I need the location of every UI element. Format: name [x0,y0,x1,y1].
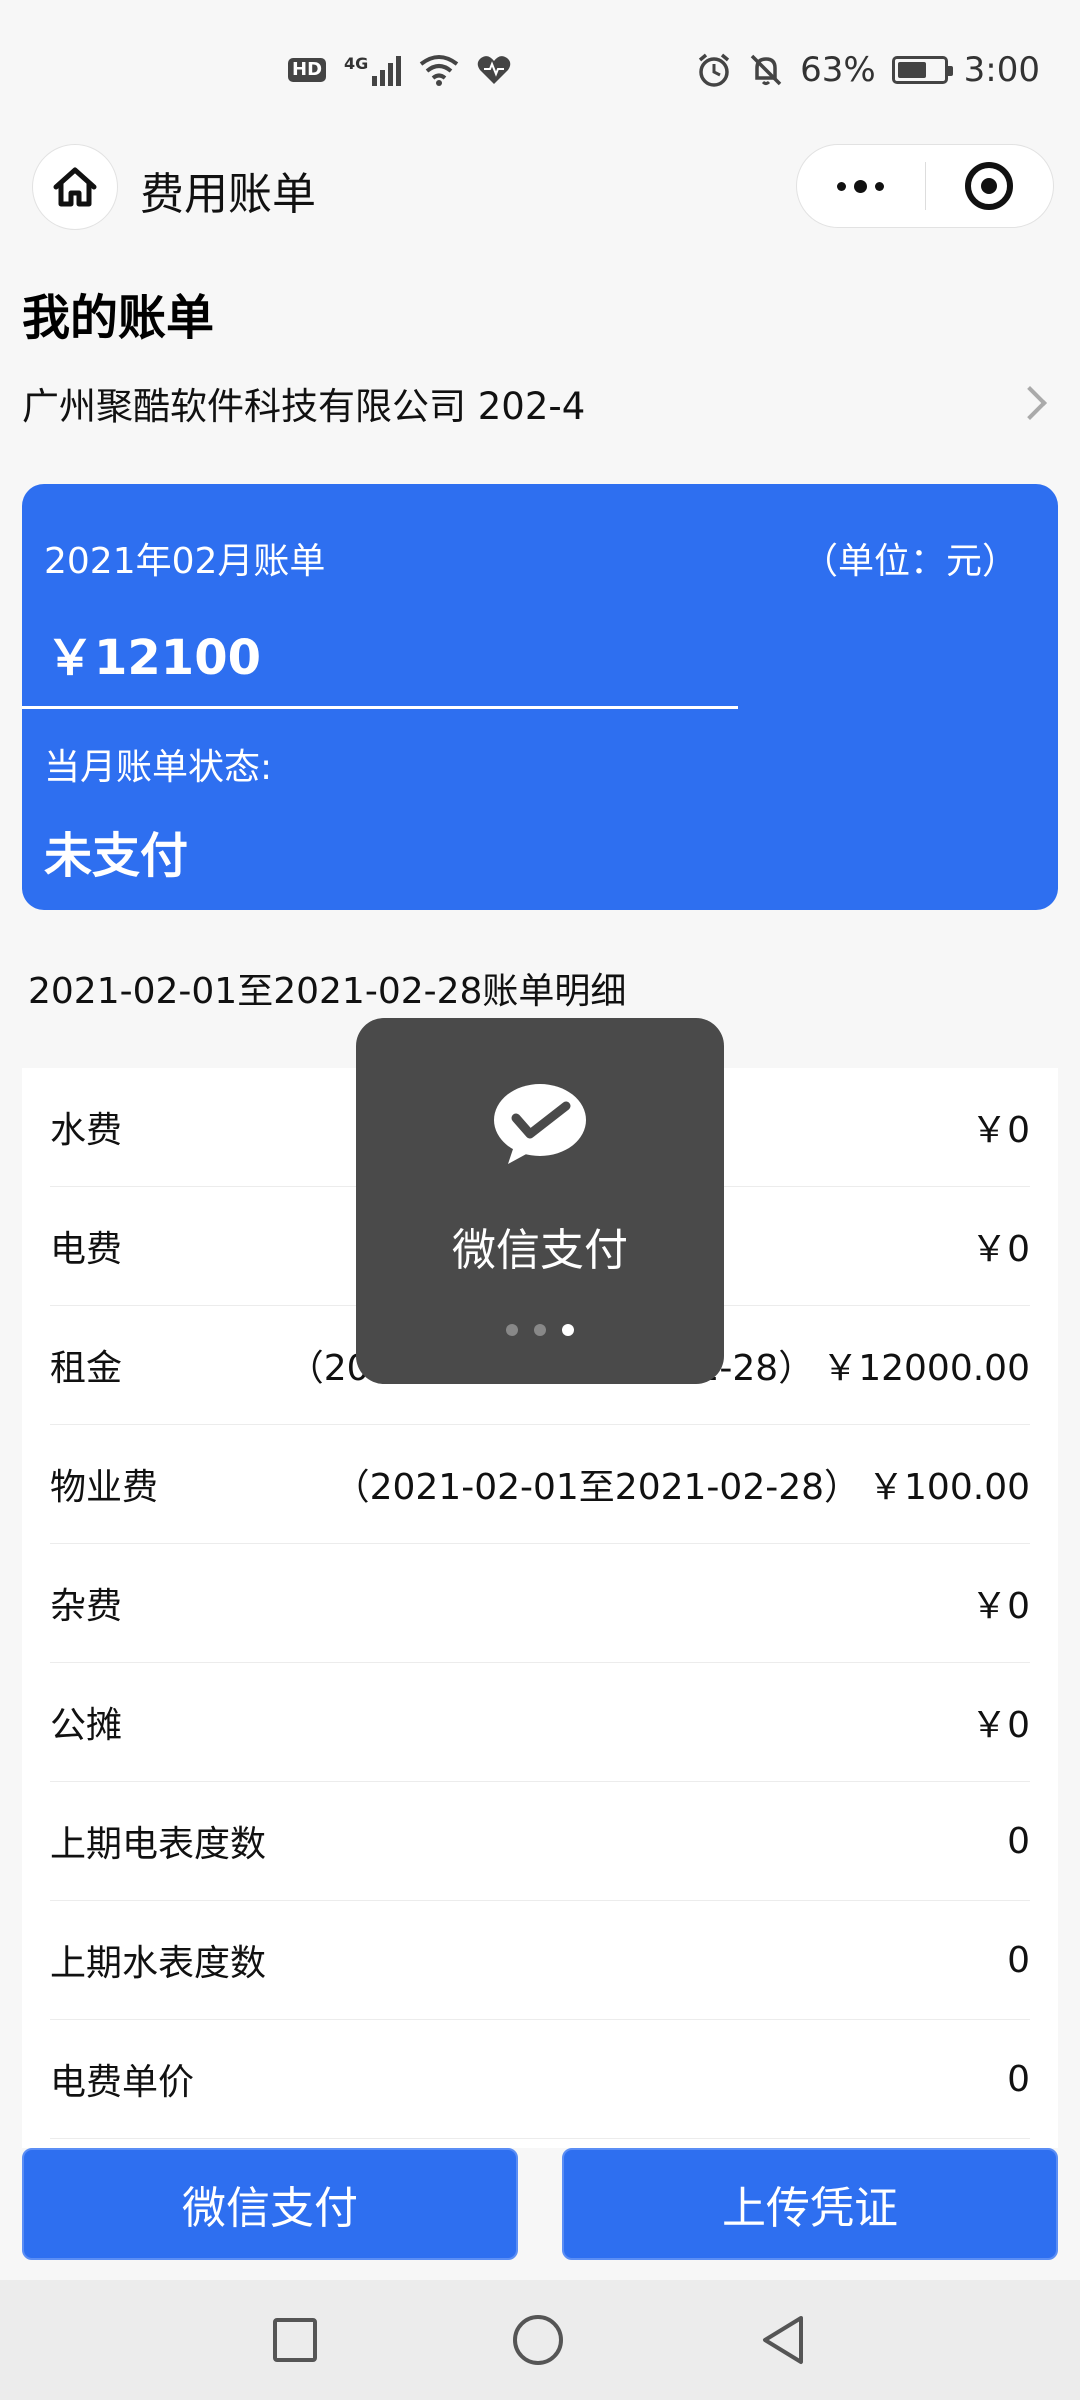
detail-row: 电费单价 0 [50,2020,1030,2139]
detail-row: 物业费 （2021-02-01至2021-02-28） ￥100.00 [50,1425,1030,1544]
battery-percent: 63% [800,50,876,90]
heart-icon [478,56,511,84]
bill-unit: （单位：元） [801,541,1018,582]
mute-icon [750,54,782,86]
detail-name: 上期电表度数 [50,1824,267,1865]
mini-program-capsule [796,144,1054,228]
detail-amount: 0 [1007,1939,1030,1981]
company-selector[interactable]: 广州聚酷软件科技有限公司 202-4 [0,368,1080,438]
detail-name: 水费 [50,1110,123,1151]
section-heading: 我的账单 [22,290,215,346]
detail-name: 物业费 [50,1467,159,1508]
toast-text: 微信支付 [452,1225,628,1276]
detail-name: 杂费 [50,1586,123,1627]
home-icon [53,167,97,207]
loading-dot [534,1324,546,1336]
bill-month: 2021年02月账单 [44,541,326,582]
loading-dots [356,1324,724,1336]
detail-range: （2021-02-01至2021-02-28） [333,1467,861,1508]
detail-amount: ￥12000.00 [822,1348,1030,1389]
loading-dot-active [562,1324,574,1336]
battery-icon [891,56,953,84]
upload-voucher-button[interactable]: 上传凭证 [562,2148,1058,2260]
loading-dot [506,1324,518,1336]
wechat-pay-button[interactable]: 微信支付 [22,2148,518,2260]
status-left: HD 4G [288,54,511,86]
detail-period-title: 2021-02-01至2021-02-28账单明细 [28,971,627,1012]
detail-amount: 0 [1007,2058,1030,2100]
more-dots-icon [837,179,885,193]
alarm-icon [698,53,730,87]
clock: 3:00 [963,50,1040,90]
recent-apps-icon[interactable] [273,2318,317,2362]
home-button[interactable] [32,144,118,230]
signal-icon: 4G [344,54,402,86]
back-icon[interactable] [759,2314,807,2366]
status-bar: HD 4G 63% 3:00 [0,0,1080,140]
status-right: 63% 3:00 [696,50,1040,90]
bill-page: HD 4G 63% 3:00 费用账单 我的账单 广州聚酷软件科技有限公司 20… [0,0,1080,2400]
detail-name: 租金 [50,1348,123,1389]
battery-fill [897,62,926,78]
system-nav-bar [0,2280,1080,2400]
detail-amount: ￥100.00 [868,1467,1030,1508]
hd-icon: HD [288,58,327,82]
chevron-right-icon [1013,386,1047,420]
more-button[interactable] [797,145,925,227]
page-title: 费用账单 [140,169,316,220]
detail-name: 电费 [50,1229,123,1270]
detail-amount: ￥0 [971,1229,1030,1270]
home-circle-icon[interactable] [513,2315,563,2365]
bill-summary-card: 2021年02月账单 （单位：元） ￥12100 当月账单状态: 未支付 [22,484,1058,910]
bill-status-label: 当月账单状态: [44,747,273,788]
detail-row: 公摊 ￥0 [50,1663,1030,1782]
card-divider [22,706,738,709]
detail-name: 电费单价 [50,2062,195,2103]
detail-row: 上期水表度数 0 [50,1901,1030,2020]
wechat-pay-icon [494,1084,586,1164]
wifi-icon [420,55,459,86]
nav-bar: 费用账单 [0,140,1080,236]
detail-name: 公摊 [50,1705,123,1746]
detail-row: 上期电表度数 0 [50,1782,1030,1901]
wechat-pay-toast: 微信支付 [356,1018,724,1384]
detail-amount: ￥0 [971,1110,1030,1151]
network-type: 4G [344,54,369,73]
detail-amount: ￥0 [971,1586,1030,1627]
target-icon [965,162,1014,210]
company-name: 广州聚酷软件科技有限公司 202-4 [22,385,586,428]
detail-amount: ￥0 [971,1705,1030,1746]
detail-name: 上期水表度数 [50,1943,267,1984]
bill-status-value: 未支付 [44,828,189,884]
close-button[interactable] [926,145,1054,227]
bill-amount: ￥12100 [46,630,261,686]
detail-row: 杂费 ￥0 [50,1544,1030,1663]
detail-amount: 0 [1007,1820,1030,1862]
